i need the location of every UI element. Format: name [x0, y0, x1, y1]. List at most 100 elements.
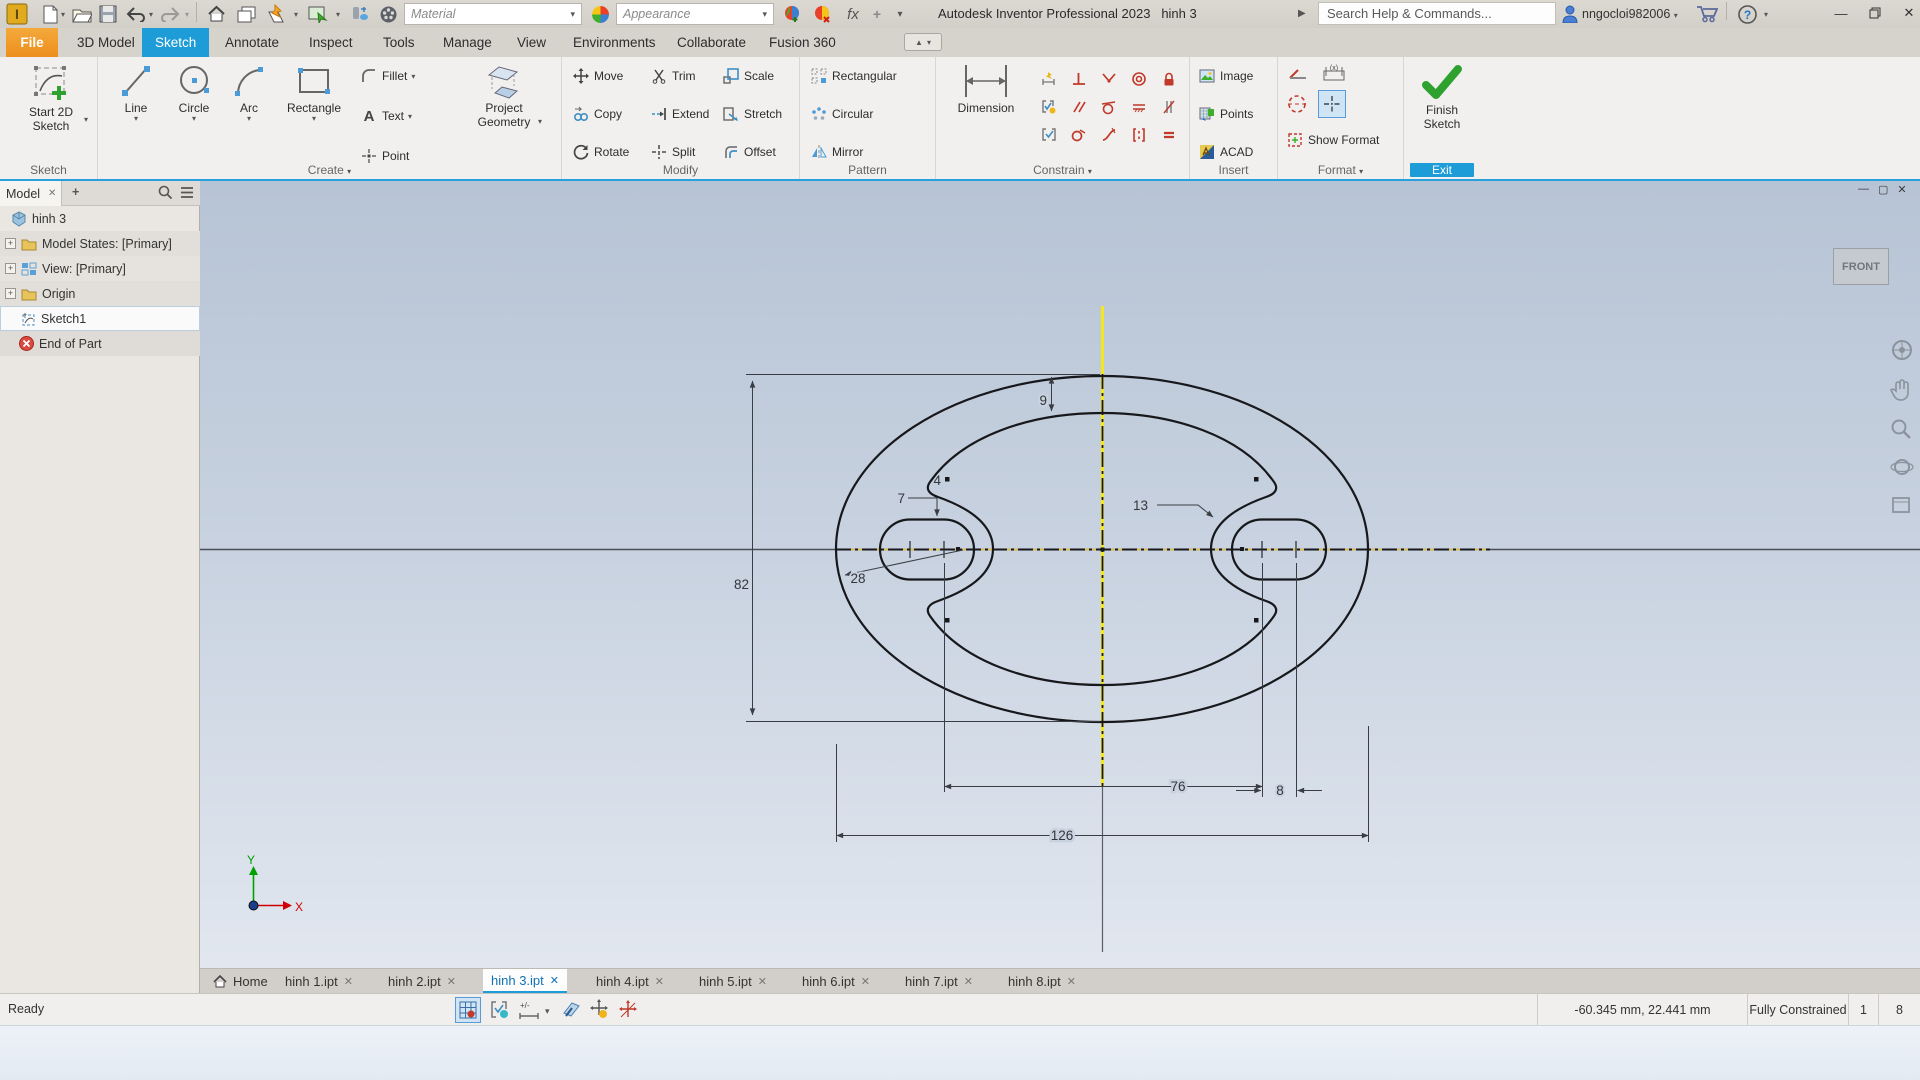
- title-arrow-icon[interactable]: ▶: [1298, 8, 1306, 19]
- ext-button[interactable]: Extend: [650, 103, 709, 125]
- browser-item-end-of-part[interactable]: End of Part: [0, 331, 200, 356]
- browser-item-view[interactable]: + View: [Primary]: [0, 256, 200, 281]
- scale-button[interactable]: Scale: [722, 65, 774, 87]
- sketch-dimensions[interactable]: 82 126 76 8 9 7 4 13 28: [734, 374, 1369, 846]
- inventor-logo[interactable]: I: [4, 2, 30, 26]
- rotate-button[interactable]: Rotate: [572, 141, 629, 163]
- equal-icon[interactable]: [1160, 126, 1178, 144]
- undo-icon[interactable]: [124, 2, 146, 26]
- ribbon-collapse-icon[interactable]: ▲ ▾: [904, 33, 942, 51]
- tab-close-icon[interactable]: ✕: [964, 975, 973, 988]
- stretch-button[interactable]: Stretch: [722, 103, 782, 125]
- tab-close-icon[interactable]: ✕: [655, 975, 664, 988]
- render-icon[interactable]: [375, 2, 401, 26]
- expand-icon[interactable]: +: [5, 238, 16, 249]
- tab-close-icon[interactable]: ✕: [550, 974, 559, 987]
- lock-icon[interactable]: [1160, 70, 1178, 88]
- rectangular-pattern-button[interactable]: Rectangular: [810, 65, 897, 87]
- add-qat-icon[interactable]: +: [868, 2, 886, 26]
- tab-close-icon[interactable]: ✕: [344, 975, 353, 988]
- panel-label-create[interactable]: Create ▾: [98, 163, 561, 177]
- undo-dropdown[interactable]: ▾: [146, 2, 156, 26]
- orbit-icon[interactable]: [1890, 456, 1914, 483]
- new-file-dropdown[interactable]: ▾: [58, 2, 68, 26]
- panel-label-pattern[interactable]: Pattern: [800, 163, 935, 177]
- browser-item-part[interactable]: hinh 3: [0, 206, 200, 231]
- tangent-arc-icon[interactable]: [1070, 126, 1088, 144]
- material-combobox[interactable]: Material ▾: [404, 3, 582, 25]
- home-icon[interactable]: [203, 2, 229, 26]
- points-button[interactable]: Points: [1198, 103, 1253, 125]
- tab-hinh6[interactable]: hinh 6.ipt ✕: [794, 969, 878, 994]
- constraint-inference-toggle[interactable]: [490, 1000, 510, 1023]
- browser-search-icon[interactable]: [158, 185, 173, 203]
- circular-pattern-button[interactable]: Circular: [810, 103, 873, 125]
- cart-icon[interactable]: [1694, 2, 1720, 26]
- dimension-display-toggle[interactable]: +/-: [518, 1000, 542, 1023]
- switch-windows-icon[interactable]: [233, 2, 259, 26]
- dimension-button[interactable]: Dimension: [944, 61, 1028, 115]
- smooth-icon[interactable]: [1100, 126, 1118, 144]
- rectangle-button[interactable]: Rectangle ▾: [280, 61, 348, 123]
- tab-close-icon[interactable]: ✕: [447, 975, 456, 988]
- close-icon[interactable]: ✕: [1892, 0, 1920, 26]
- qat-overflow-icon[interactable]: ▾: [892, 2, 908, 26]
- tab-hinh5[interactable]: hinh 5.ipt ✕: [691, 969, 775, 994]
- tab-3d-model[interactable]: 3D Model: [64, 28, 148, 57]
- minimize-icon[interactable]: —: [1824, 0, 1858, 26]
- bolt-dropdown[interactable]: ▾: [291, 2, 301, 26]
- start-2d-sketch-button[interactable]: Start 2D Sketch: [16, 61, 86, 133]
- browser-tab-close-icon[interactable]: ✕: [48, 188, 56, 199]
- doc-restore-icon[interactable]: ▢: [1878, 183, 1888, 196]
- text-button[interactable]: A Text ▾: [360, 105, 412, 127]
- move-button[interactable]: Move: [572, 65, 623, 87]
- data-icon[interactable]: [347, 2, 373, 26]
- sketch-only-icon[interactable]: [1288, 65, 1308, 88]
- save-icon[interactable]: [96, 2, 120, 26]
- browser-item-sketch1[interactable]: Sketch1: [0, 306, 200, 331]
- tab-manage[interactable]: Manage: [430, 28, 505, 57]
- auto-dimension-icon[interactable]: [1040, 70, 1058, 88]
- tab-sketch[interactable]: Sketch: [142, 28, 210, 57]
- browser-add-tab-icon[interactable]: +: [72, 185, 79, 199]
- doc-minimize-icon[interactable]: —: [1858, 183, 1869, 196]
- tab-hinh7[interactable]: hinh 7.ipt ✕: [897, 969, 981, 994]
- tab-annotate[interactable]: Annotate: [212, 28, 292, 57]
- tab-hinh4[interactable]: hinh 4.ipt ✕: [588, 969, 672, 994]
- parallel-icon[interactable]: [1070, 98, 1088, 116]
- tab-file[interactable]: File: [6, 28, 58, 57]
- tab-collaborate[interactable]: Collaborate: [664, 28, 759, 57]
- redo-dropdown[interactable]: ▾: [182, 2, 192, 26]
- restore-icon[interactable]: [1858, 0, 1892, 26]
- browser-tab-model[interactable]: Model ✕: [0, 181, 62, 206]
- tab-hinh2[interactable]: hinh 2.ipt ✕: [380, 969, 464, 994]
- offset-button[interactable]: Offset: [722, 141, 776, 163]
- pan-hand-icon[interactable]: [1890, 378, 1914, 407]
- tab-hinh8[interactable]: hinh 8.ipt ✕: [1000, 969, 1084, 994]
- zoom-icon[interactable]: [1890, 418, 1914, 445]
- sketch-view[interactable]: 82 126 76 8 9 7 4 13 28 Y X: [200, 181, 1920, 993]
- appearance-combobox[interactable]: Appearance ▾: [616, 3, 774, 25]
- help-search-input[interactable]: Search Help & Commands...: [1318, 2, 1556, 25]
- acad-button[interactable]: ACAD: [1198, 141, 1253, 163]
- expand-icon[interactable]: +: [5, 263, 16, 274]
- tab-view[interactable]: View: [504, 28, 559, 57]
- split-button[interactable]: Split: [650, 141, 695, 163]
- tab-close-icon[interactable]: ✕: [758, 975, 767, 988]
- browser-item-model-states[interactable]: + Model States: [Primary]: [0, 231, 200, 256]
- concentric-icon[interactable]: [1130, 70, 1148, 88]
- show-constraints-icon[interactable]: [1040, 98, 1058, 116]
- panel-label-constrain[interactable]: Constrain ▾: [936, 163, 1189, 177]
- tab-inspect[interactable]: Inspect: [296, 28, 366, 57]
- appearance-remove-icon[interactable]: [810, 2, 834, 26]
- image-button[interactable]: Image: [1198, 65, 1253, 87]
- redo-icon[interactable]: [160, 2, 182, 26]
- help-icon[interactable]: ?: [1736, 2, 1758, 26]
- browser-item-origin[interactable]: + Origin: [0, 281, 200, 306]
- copy-button[interactable]: Copy: [572, 103, 622, 125]
- help-dropdown[interactable]: ▾: [1760, 2, 1772, 26]
- tab-fusion-360[interactable]: Fusion 360: [756, 28, 849, 57]
- tab-hinh3[interactable]: hinh 3.ipt ✕: [483, 969, 567, 994]
- collinear-icon[interactable]: [1130, 98, 1148, 116]
- viewcube[interactable]: FRONT: [1833, 248, 1889, 285]
